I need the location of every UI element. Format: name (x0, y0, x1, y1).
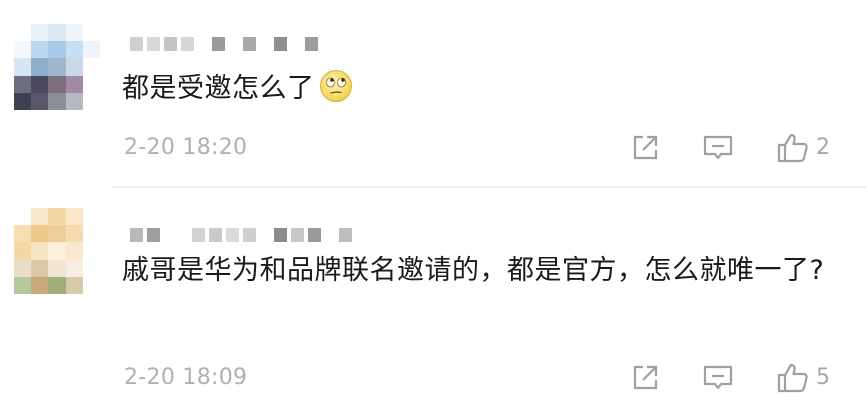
like-count: 5 (816, 365, 830, 390)
like-button[interactable]: 5 (776, 362, 830, 394)
timestamp: 2-20 18:09 (124, 365, 248, 390)
share-icon (633, 135, 658, 160)
share-button[interactable] (630, 132, 660, 164)
comment-text: 都是受邀怎么了 (122, 66, 842, 112)
comment-icon (703, 135, 733, 160)
comment-item: 戚哥是华为和品牌联名邀请的，都是官方，怎么就唯一了? 2-20 18:09 5 (0, 190, 866, 410)
comment-meta: 2-20 18:20 2 (122, 132, 866, 164)
like-button[interactable]: 2 (776, 132, 830, 164)
comment-meta: 2-20 18:09 5 (122, 362, 866, 394)
share-icon (633, 365, 658, 390)
username[interactable] (130, 228, 352, 244)
comment-body: 都是受邀怎么了 (122, 73, 315, 104)
thumbs-up-icon (777, 363, 808, 393)
eye-roll-emoji-icon (319, 70, 352, 102)
like-count: 2 (816, 135, 830, 160)
avatar[interactable] (14, 208, 100, 294)
comment-item: 都是受邀怎么了 2-20 18:20 2 (0, 0, 866, 190)
thumbs-up-icon (777, 133, 808, 163)
reply-button[interactable] (702, 132, 734, 164)
share-button[interactable] (630, 362, 660, 394)
reply-button[interactable] (702, 362, 734, 394)
avatar[interactable] (14, 24, 100, 110)
comment-text: 戚哥是华为和品牌联名邀请的，都是官方，怎么就唯一了? (122, 255, 825, 286)
username[interactable] (130, 37, 318, 53)
comment-icon (703, 365, 733, 390)
timestamp: 2-20 18:20 (124, 135, 248, 160)
divider (112, 186, 866, 188)
